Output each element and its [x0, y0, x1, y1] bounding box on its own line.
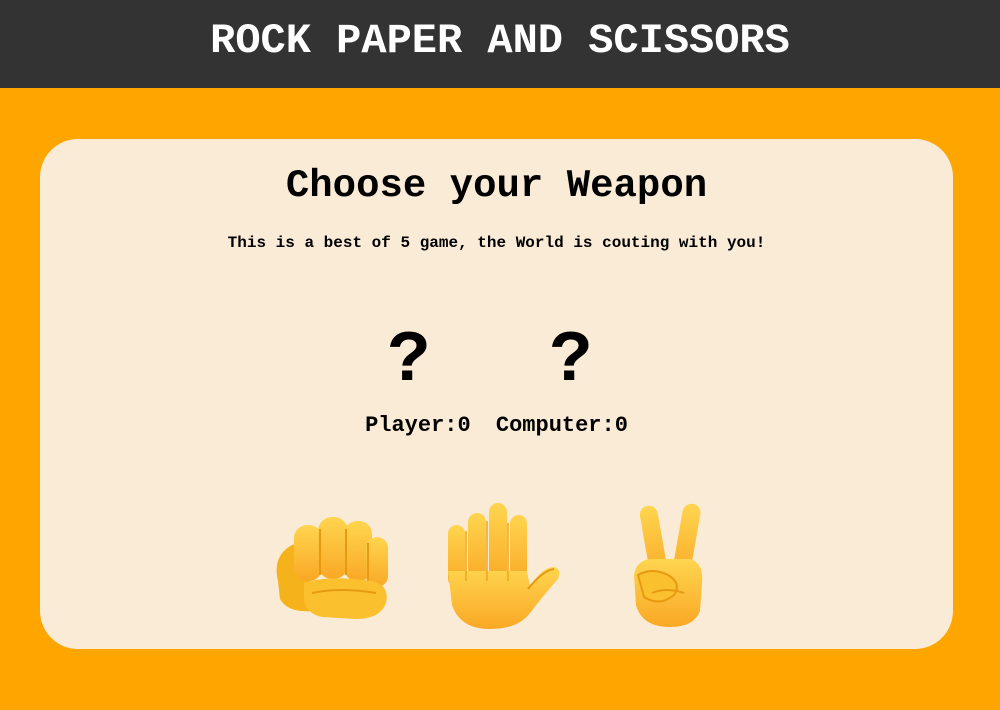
player-score-value: 0 [457, 413, 471, 438]
computer-score: Computer:0 [496, 413, 628, 438]
player-sign: ? [387, 320, 431, 402]
raised-fist-icon [276, 517, 388, 619]
computer-score-label: Computer: [495, 413, 615, 438]
player-score-label: Player: [365, 413, 458, 438]
weapon-choices [268, 501, 728, 636]
paper-button[interactable] [438, 501, 568, 636]
card-subtitle: This is a best of 5 game, the World is c… [227, 234, 766, 252]
card-title: Choose your Weapon [285, 164, 708, 208]
round-signs: ? ? [40, 321, 953, 401]
computer-sign: ? [549, 320, 593, 402]
player-score: Player:0 [365, 413, 471, 438]
header-bar: ROCK PAPER AND SCISSORS [0, 0, 1000, 88]
victory-hand-icon [634, 503, 703, 627]
raised-hand-icon [448, 503, 560, 629]
computer-score-value: 0 [614, 413, 628, 438]
scoreboard: Player:0 Computer:0 [40, 413, 953, 438]
scissors-button[interactable] [608, 501, 738, 636]
rock-button[interactable] [268, 501, 398, 636]
app-title: ROCK PAPER AND SCISSORS [210, 17, 790, 65]
game-card: Choose your Weapon This is a best of 5 g… [40, 139, 953, 649]
